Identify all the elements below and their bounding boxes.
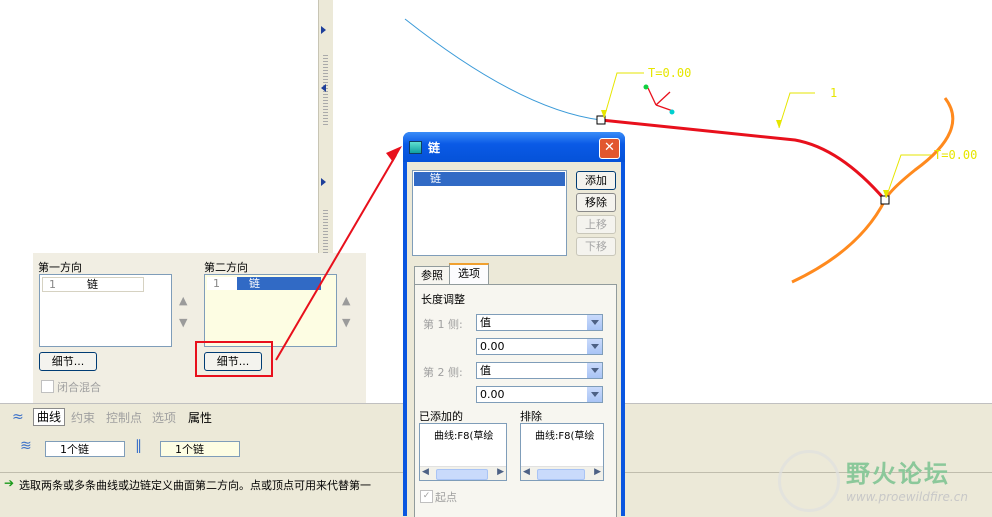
leader-line	[778, 92, 815, 129]
remove-button[interactable]: 移除	[576, 193, 616, 212]
tab-constraints[interactable]: 约束	[71, 409, 95, 426]
move-down-arrow-icon[interactable]: ▼	[342, 316, 350, 329]
tab-options[interactable]: 选项	[152, 409, 176, 426]
side-1-type-select[interactable]: 值	[476, 314, 603, 331]
tab-options[interactable]: 选项	[449, 263, 489, 286]
details-button-first[interactable]: 细节...	[39, 352, 97, 371]
dialog-titlebar[interactable]: 链 ✕	[403, 132, 625, 162]
scroll-thumb	[537, 469, 585, 480]
list-item[interactable]: 1 链	[207, 277, 321, 290]
move-up-arrow-icon[interactable]: ▲	[179, 294, 187, 307]
list-item[interactable]: 1 链	[42, 277, 144, 292]
excluded-label: 排除	[520, 410, 542, 423]
added-list-scrollbar[interactable]: ◀ ▶	[420, 466, 506, 480]
tab-curves[interactable]: 曲线	[33, 408, 66, 426]
curve-tab-icon: ≈	[12, 409, 24, 425]
move-up-button[interactable]: 上移	[576, 215, 616, 234]
side-1-value-input[interactable]: 0.00	[476, 338, 603, 355]
first-direction-collector-icon: ≋	[20, 438, 32, 454]
start-point-label: 起点	[435, 491, 457, 504]
arrow-right-icon: ➔	[4, 476, 15, 490]
watermark-brand: 野火论坛	[846, 460, 950, 488]
csys-axis	[647, 87, 657, 106]
scroll-thumb	[436, 469, 488, 480]
chain-list-item[interactable]: 链	[414, 172, 565, 186]
options-tab-panel: 长度调整 第 1 侧: 值 0.00 第 2 侧: 值 0.00 已添加的 排除…	[414, 284, 617, 517]
t-parameter-label: T=0.00	[648, 66, 692, 80]
highlight-box	[195, 341, 273, 377]
length-adjust-label: 长度调整	[421, 293, 465, 306]
added-label: 已添加的	[419, 410, 463, 423]
chain-list[interactable]: 链	[412, 170, 567, 256]
scroll-right-icon: ▶	[594, 467, 601, 477]
scroll-right-icon: ▶	[497, 467, 504, 477]
end-vertex-marker	[880, 195, 890, 205]
tab-properties[interactable]: 属性	[188, 409, 212, 426]
second-direction-list[interactable]: 1 链	[204, 274, 337, 347]
excluded-list-item[interactable]: 曲线:F8(草绘	[535, 427, 594, 442]
second-direction-label: 第二方向	[204, 261, 248, 274]
csys-point	[643, 84, 649, 90]
status-message: 选取两条或多条曲线或边链定义曲面第二方向。点或顶点可用来代替第一	[19, 479, 371, 492]
first-chain-collector[interactable]: 1个链	[45, 441, 125, 457]
side-2-value-input[interactable]: 0.00	[476, 386, 603, 403]
move-down-arrow-icon[interactable]: ▼	[179, 316, 187, 329]
sections-panel: 第一方向 1 链 ▲ ▼ 第二方向 1 链 ▲ ▼ 细节... 细节... 闭合…	[33, 253, 366, 403]
closed-blend-checkbox[interactable]	[41, 380, 54, 393]
chain-number-label: 1	[830, 86, 838, 100]
leader-line	[603, 72, 644, 119]
watermark-logo	[778, 450, 840, 512]
chevron-down-icon[interactable]	[586, 315, 602, 330]
closed-blend-label: 闭合混合	[57, 381, 101, 394]
side-1-label: 第 1 侧:	[423, 318, 463, 331]
chevron-down-icon[interactable]	[586, 363, 602, 378]
move-up-arrow-icon[interactable]: ▲	[342, 294, 350, 307]
second-direction-collector-icon: ∥	[135, 438, 142, 454]
added-list-item[interactable]: 曲线:F8(草绘	[434, 427, 493, 442]
close-icon[interactable]: ✕	[599, 138, 620, 159]
side-2-type-select[interactable]: 值	[476, 362, 603, 379]
scroll-left-icon: ◀	[523, 467, 530, 477]
tab-reference[interactable]: 参照	[414, 266, 450, 285]
red-chain-curve	[600, 118, 887, 201]
dialog-title: 链	[428, 141, 441, 155]
added-list[interactable]: 曲线:F8(草绘 ◀ ▶	[419, 423, 507, 481]
dialog-body: 链 添加 移除 上移 下移 参照 选项 长度调整 第 1 侧: 值 0.00 第…	[407, 162, 621, 517]
excluded-list[interactable]: 曲线:F8(草绘 ◀ ▶	[520, 423, 604, 481]
leader-arrow	[776, 120, 782, 128]
watermark-url: www.proewildfire.cn	[846, 490, 968, 504]
scroll-left-icon: ◀	[422, 467, 429, 477]
tab-control-points[interactable]: 控制点	[106, 409, 142, 426]
chevron-down-icon[interactable]	[586, 339, 602, 354]
chain-dialog: 链 ✕ 链 添加 移除 上移 下移 参照 选项 长度调整 第 1 侧: 值 0.…	[403, 132, 625, 517]
blue-curve	[404, 18, 602, 121]
start-point-checkbox[interactable]: ✓	[420, 490, 433, 503]
excluded-list-scrollbar[interactable]: ◀ ▶	[521, 466, 603, 480]
chevron-down-icon[interactable]	[586, 387, 602, 402]
move-down-button[interactable]: 下移	[576, 237, 616, 256]
csys-axis	[655, 91, 671, 106]
csys-point	[669, 109, 675, 115]
first-direction-list[interactable]: 1 链	[39, 274, 172, 347]
orange-curve	[791, 97, 955, 284]
dialog-app-icon	[409, 141, 422, 154]
t-parameter-label: T=0.00	[934, 148, 978, 162]
side-2-label: 第 2 侧:	[423, 366, 463, 379]
first-direction-label: 第一方向	[38, 261, 82, 274]
add-button[interactable]: 添加	[576, 171, 616, 190]
second-chain-collector[interactable]: 1个链	[160, 441, 240, 457]
